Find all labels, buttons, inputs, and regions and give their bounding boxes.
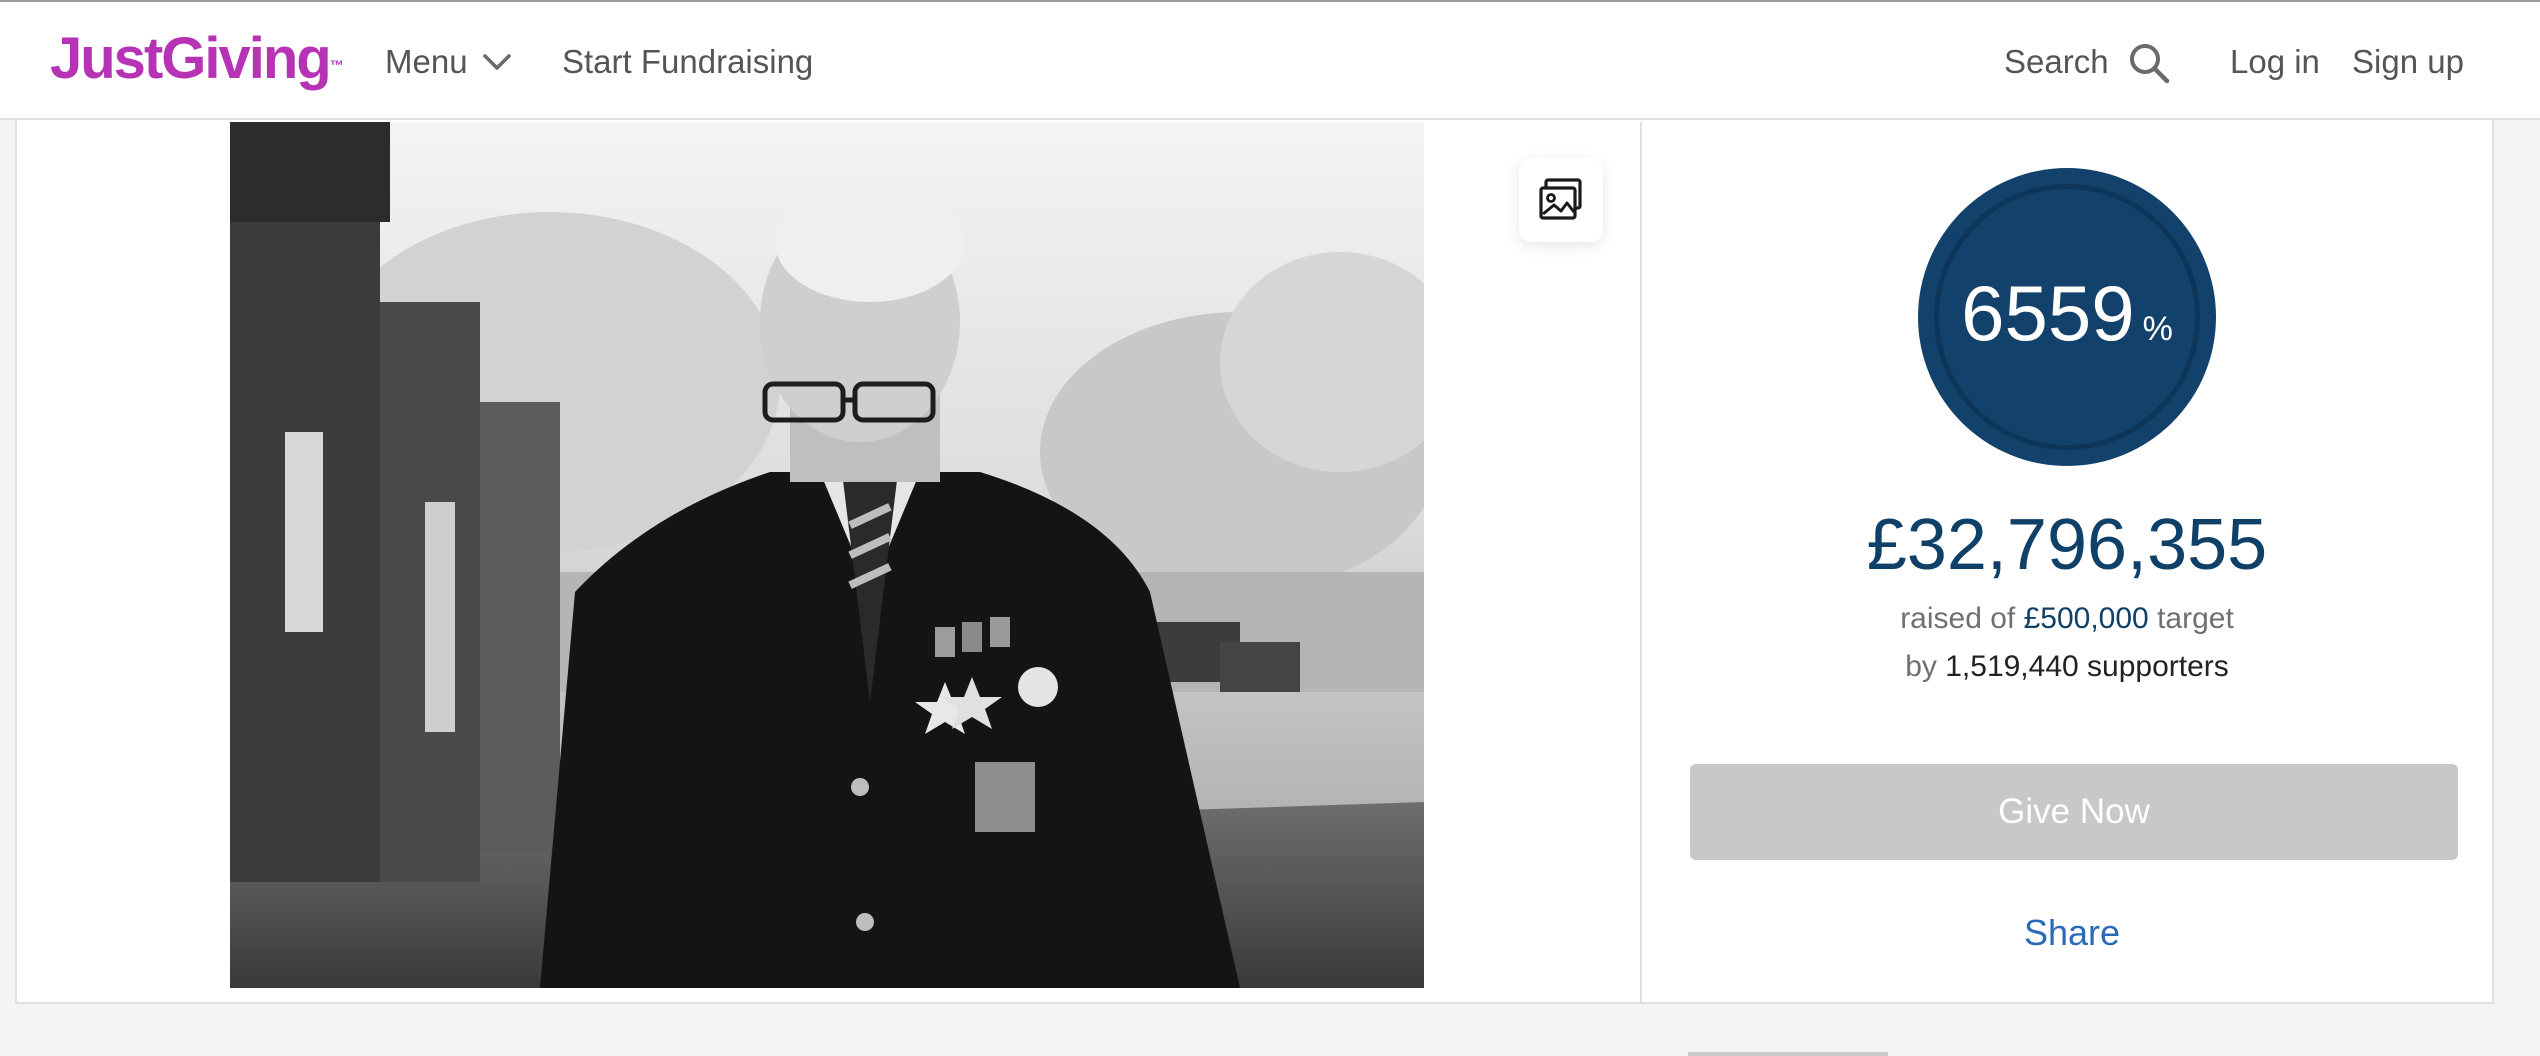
campaign-photo-image bbox=[230, 122, 1424, 988]
supporters-prefix: by bbox=[1905, 650, 1937, 683]
supporters-count: 1,519,440 supporters bbox=[1945, 650, 2229, 683]
menu-label: Menu bbox=[385, 43, 468, 80]
logo-text: JustGiving bbox=[50, 26, 332, 91]
target-line: raised of £500,000 target bbox=[1642, 598, 2492, 640]
amount-raised: £32,796,355 bbox=[1866, 505, 2268, 585]
menu-button[interactable]: Menu bbox=[385, 40, 511, 84]
search-button[interactable]: Search bbox=[2004, 40, 2170, 84]
percent-value: 6559 bbox=[1961, 269, 2135, 357]
search-icon bbox=[2130, 44, 2170, 84]
gallery-button[interactable] bbox=[1519, 158, 1603, 242]
target-suffix: target bbox=[2157, 602, 2234, 635]
chevron-down-icon bbox=[483, 54, 511, 70]
signup-link[interactable]: Sign up bbox=[2352, 40, 2464, 84]
gallery-icon bbox=[1539, 178, 1582, 220]
search-label: Search bbox=[2004, 43, 2109, 80]
logo-trademark: ™ bbox=[329, 57, 344, 73]
login-link[interactable]: Log in bbox=[2230, 40, 2320, 84]
site-header: JustGiving™ Menu Start Fundraising Searc… bbox=[0, 2, 2540, 120]
progress-percent: 6559% bbox=[1918, 268, 2216, 381]
section-tab-hint bbox=[1688, 1052, 1888, 1056]
campaign-photo[interactable] bbox=[230, 122, 1424, 988]
start-fundraising-link[interactable]: Start Fundraising bbox=[562, 40, 813, 84]
percent-symbol: % bbox=[2142, 310, 2173, 348]
progress-circle: 6559% bbox=[1918, 168, 2216, 466]
supporters-line: by 1,519,440 supporters bbox=[1642, 646, 2492, 688]
share-link[interactable]: Share bbox=[1642, 908, 2502, 958]
target-amount: £500,000 bbox=[2023, 602, 2149, 635]
raised-prefix: raised of bbox=[1900, 602, 2016, 635]
give-now-button[interactable]: Give Now bbox=[1690, 764, 2458, 860]
justgiving-logo[interactable]: JustGiving™ bbox=[50, 24, 344, 94]
